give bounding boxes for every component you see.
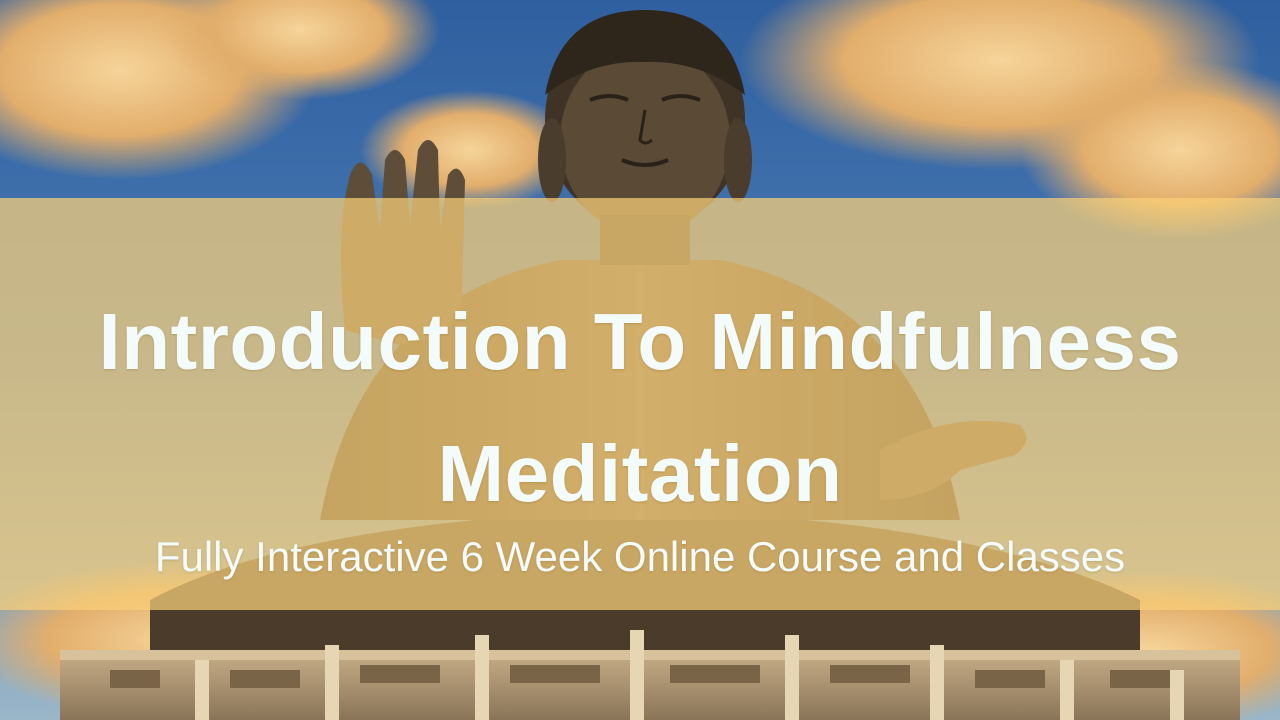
course-banner: Introduction To Mindfulness Meditation F… — [0, 0, 1280, 720]
course-title-line-1: Introduction To Mindfulness — [98, 297, 1182, 386]
course-subtitle: Fully Interactive 6 Week Online Course a… — [154, 533, 1126, 580]
course-title-line-2: Meditation — [437, 429, 843, 518]
